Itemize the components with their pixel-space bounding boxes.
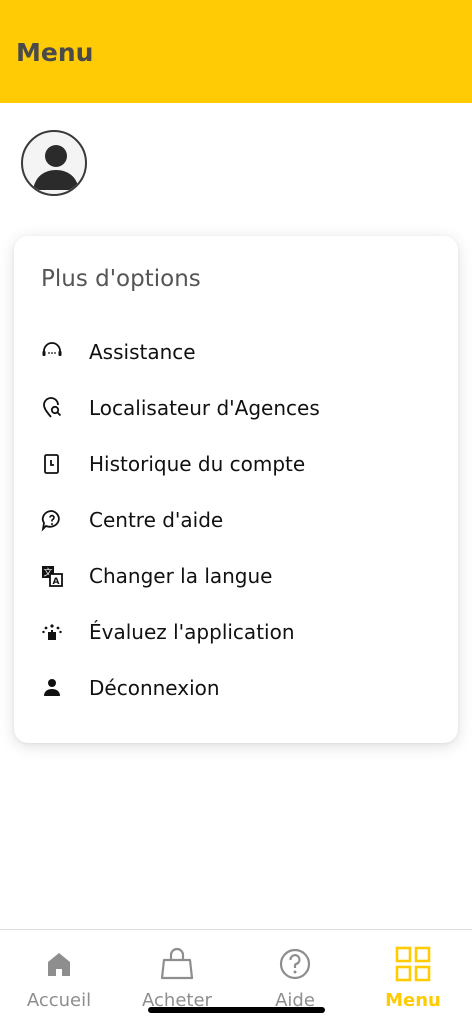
tab-label: Accueil <box>26 990 92 1011</box>
menu-screen: Menu Plus d'options Assistance Localisat… <box>0 0 472 1024</box>
option-account-history[interactable]: Historique du compte <box>14 440 458 488</box>
option-change-language[interactable]: 文 A Changer la langue <box>14 552 458 600</box>
option-label: Évaluez l'application <box>89 620 295 644</box>
location-search-icon <box>43 397 62 418</box>
page-title: Menu <box>16 38 94 67</box>
option-assistance[interactable]: Assistance <box>14 328 458 376</box>
option-rate-app[interactable]: Évaluez l'application <box>14 608 458 656</box>
tab-label: Menu <box>385 990 441 1011</box>
option-label: Assistance <box>89 340 196 364</box>
option-help-center[interactable]: Centre d'aide <box>14 496 458 544</box>
headset-icon <box>42 342 62 356</box>
svg-text:A: A <box>53 577 60 587</box>
grid-icon <box>395 946 431 982</box>
option-label: Historique du compte <box>89 452 306 476</box>
help-circle-icon <box>279 948 311 980</box>
option-label: Changer la langue <box>89 564 273 588</box>
option-logout[interactable]: Déconnexion <box>14 664 458 712</box>
tab-home[interactable]: Accueil <box>0 930 118 1024</box>
tab-menu[interactable]: Menu <box>354 930 472 1024</box>
home-indicator <box>148 1007 325 1013</box>
person-icon <box>33 145 79 190</box>
shopping-bag-icon <box>160 947 194 980</box>
avatar[interactable] <box>21 130 87 196</box>
translate-icon: 文 A <box>42 566 63 587</box>
option-label: Localisateur d'Agences <box>89 396 320 420</box>
help-bubble-icon <box>41 510 60 532</box>
home-icon <box>48 953 70 976</box>
rating-icon <box>42 624 62 640</box>
options-card-title: Plus d'options <box>41 266 201 292</box>
option-agency-locator[interactable]: Localisateur d'Agences <box>14 384 458 432</box>
person-logout-icon <box>44 679 60 696</box>
header-bar: Menu <box>0 0 472 103</box>
options-card: Plus d'options Assistance Localisateur d… <box>14 236 458 743</box>
option-label: Déconnexion <box>89 676 220 700</box>
option-label: Centre d'aide <box>89 508 224 532</box>
document-history-icon <box>44 454 59 474</box>
